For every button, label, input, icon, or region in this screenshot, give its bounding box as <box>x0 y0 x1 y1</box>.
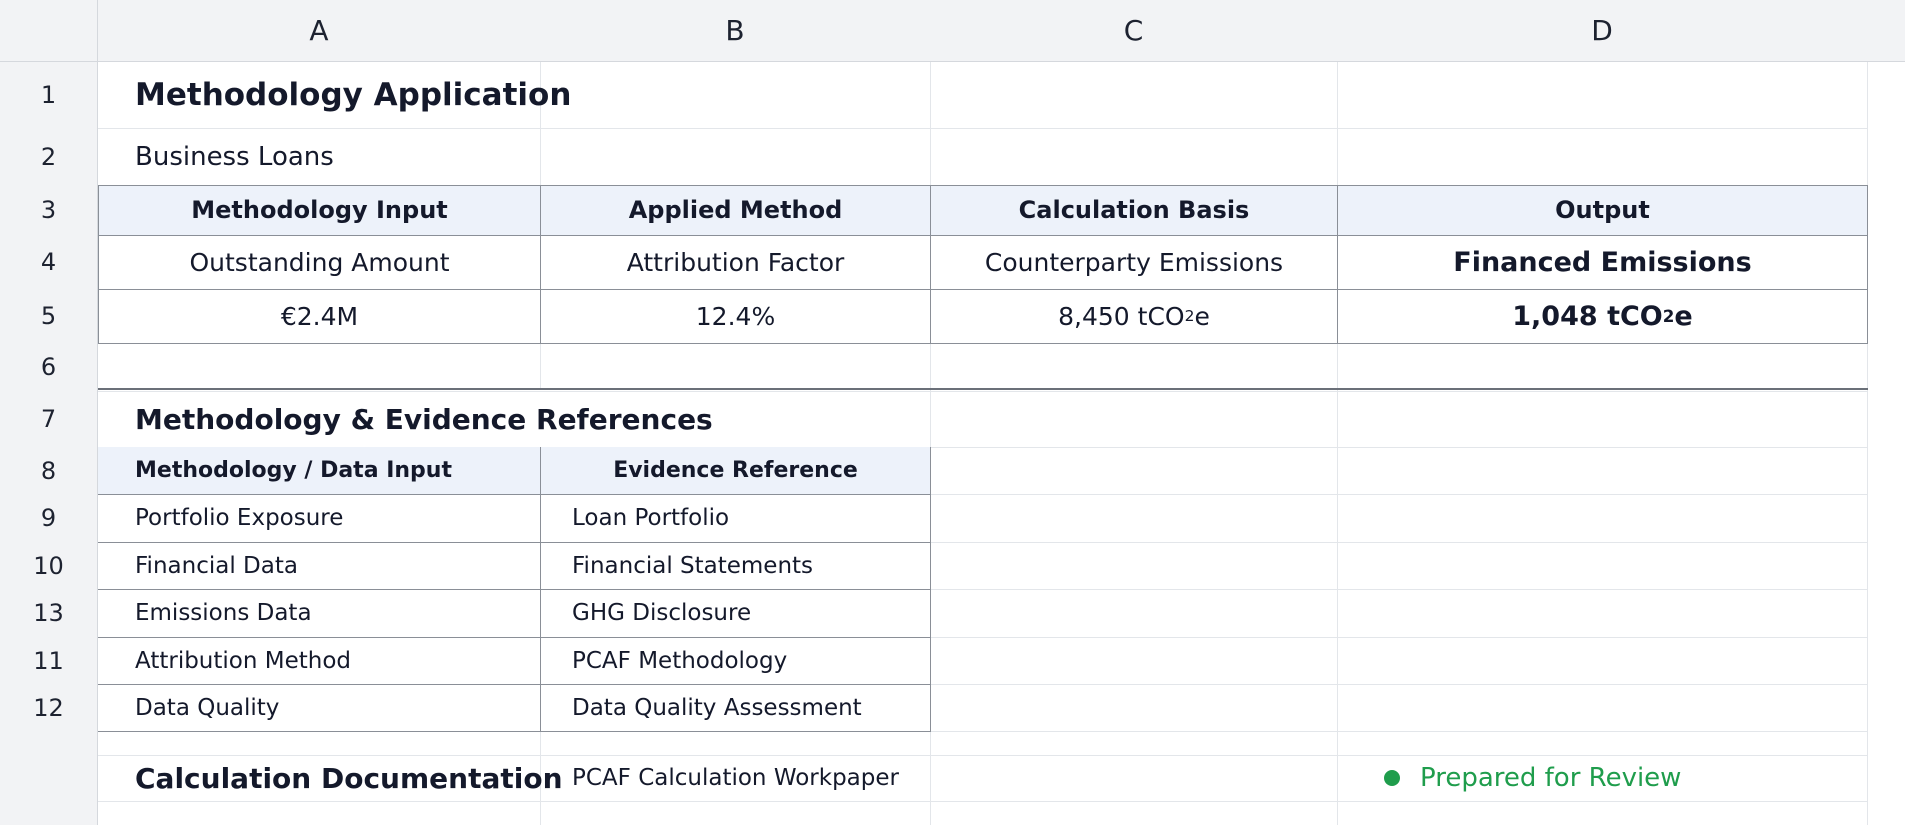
gridline <box>930 684 1868 685</box>
table-cell-output-label[interactable]: Financed Emissions <box>1337 235 1868 289</box>
table-header-cell[interactable]: Calculation Basis <box>930 185 1338 235</box>
gridline <box>1337 62 1338 185</box>
table-border <box>98 343 1868 344</box>
reference-input-cell[interactable]: Emissions Data <box>98 589 541 637</box>
column-header-d[interactable]: D <box>1337 0 1868 62</box>
gridline <box>930 542 1868 543</box>
table-cell[interactable]: Outstanding Amount <box>98 235 541 289</box>
gridline <box>98 801 1868 802</box>
reference-evidence-cell[interactable]: GHG Disclosure <box>540 589 931 637</box>
gridline <box>930 637 1868 638</box>
value-text: 8,450 tCO <box>1058 301 1185 331</box>
reference-input-cell[interactable]: Data Quality <box>98 684 541 731</box>
reference-input-cell[interactable]: Financial Data <box>98 542 541 589</box>
spreadsheet: A B C D 1 2 3 4 5 6 7 8 9 10 13 11 12 Me… <box>0 0 1905 825</box>
section-divider <box>98 388 1868 390</box>
row-header-11[interactable]: 13 <box>0 589 98 638</box>
table-header-cell[interactable]: Methodology Input <box>98 185 541 235</box>
table-cell[interactable]: Counterparty Emissions <box>930 235 1338 289</box>
references-header-input[interactable]: Methodology / Data Input <box>98 447 541 494</box>
select-all-corner[interactable] <box>0 0 98 62</box>
gridline <box>1337 343 1338 825</box>
gridline <box>930 447 1868 448</box>
column-header-filler <box>1867 0 1905 62</box>
references-header-evidence[interactable]: Evidence Reference <box>540 447 931 494</box>
review-status[interactable]: Prepared for Review <box>1337 755 1868 801</box>
reference-input-cell[interactable]: Attribution Method <box>98 637 541 684</box>
row-header-12[interactable]: 11 <box>0 637 98 685</box>
row-header-1[interactable]: 1 <box>0 62 98 129</box>
section-title[interactable]: Methodology Application <box>98 62 798 128</box>
gridline <box>930 62 931 185</box>
financed-emissions-value[interactable]: 1,048 tCO 2 e <box>1337 289 1868 343</box>
references-title[interactable]: Methodology & Evidence References <box>98 391 930 447</box>
table-header-cell[interactable]: Output <box>1337 185 1868 235</box>
row-header-3[interactable]: 3 <box>0 185 98 236</box>
row-header-8[interactable]: 8 <box>0 447 98 495</box>
reference-input-cell[interactable]: Portfolio Exposure <box>98 494 541 542</box>
documentation-reference[interactable]: PCAF Calculation Workpaper <box>540 755 931 801</box>
column-header-c[interactable]: C <box>930 0 1338 62</box>
reference-evidence-cell[interactable]: PCAF Methodology <box>540 637 931 684</box>
review-status-text: Prepared for Review <box>1420 763 1682 793</box>
gridline <box>930 589 1868 590</box>
table-border <box>98 731 930 732</box>
table-header-cell[interactable]: Applied Method <box>540 185 931 235</box>
counterparty-emissions-value[interactable]: 8,450 tCO 2 e <box>930 289 1338 343</box>
row-header-13[interactable]: 12 <box>0 684 98 732</box>
section-subtitle[interactable]: Business Loans <box>98 128 541 185</box>
row-header-6[interactable]: 6 <box>0 343 98 392</box>
outstanding-amount-value[interactable]: €2.4M <box>98 289 541 343</box>
value-text: 1,048 tCO <box>1512 300 1663 332</box>
value-text: e <box>1674 300 1693 332</box>
column-header-a[interactable]: A <box>98 0 541 62</box>
documentation-label[interactable]: Calculation Documentation <box>98 755 563 801</box>
gridline <box>1867 62 1868 825</box>
row-header-14[interactable] <box>0 731 98 756</box>
row-header-10[interactable]: 10 <box>0 542 98 590</box>
reference-evidence-cell[interactable]: Loan Portfolio <box>540 494 931 542</box>
reference-evidence-cell[interactable]: Financial Statements <box>540 542 931 589</box>
row-header-4[interactable]: 4 <box>0 235 98 290</box>
value-text: e <box>1194 301 1210 331</box>
gridline <box>540 343 541 388</box>
row-header-9[interactable]: 9 <box>0 494 98 543</box>
row-header-15[interactable] <box>0 755 98 825</box>
attribution-factor-value[interactable]: 12.4% <box>540 289 931 343</box>
row-header-2[interactable]: 2 <box>0 128 98 186</box>
row-header-7[interactable]: 7 <box>0 391 98 448</box>
table-cell[interactable]: Attribution Factor <box>540 235 931 289</box>
gridline <box>930 494 1868 495</box>
status-dot-icon <box>1384 770 1400 786</box>
column-header-b[interactable]: B <box>540 0 931 62</box>
row-header-5[interactable]: 5 <box>0 289 98 344</box>
reference-evidence-cell[interactable]: Data Quality Assessment <box>540 684 931 731</box>
